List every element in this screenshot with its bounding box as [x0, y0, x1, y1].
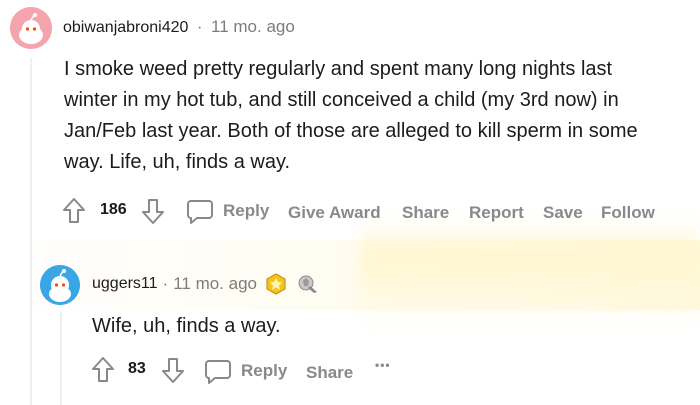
downvote-arrow-icon [162, 358, 184, 383]
snoo-avatar-icon [10, 7, 52, 49]
comment-body: Wife, uh, finds a way. [92, 315, 281, 337]
follow-button[interactable]: Follow [601, 203, 655, 223]
reply-label: Reply [223, 201, 270, 220]
snoo-avatar-icon [40, 265, 80, 305]
silver-award-icon[interactable] [296, 273, 320, 295]
comment-line: winter in my hot tub, and still conceive… [64, 89, 619, 111]
avatar[interactable] [10, 7, 52, 49]
save-button[interactable]: Save [543, 203, 583, 223]
share-button[interactable]: Share [306, 363, 353, 383]
downvote-button[interactable] [161, 356, 185, 389]
separator: · [196, 17, 203, 36]
vote-count: 186 [100, 201, 127, 218]
upvote-button[interactable] [91, 356, 115, 389]
username[interactable]: obiwanjabroni420 [63, 19, 188, 36]
report-button[interactable]: Report [469, 203, 524, 223]
upvote-arrow-icon [92, 357, 114, 382]
upvote-button[interactable] [62, 197, 86, 230]
reply-button[interactable]: Reply [204, 358, 287, 384]
give-award-button[interactable]: Give Award [288, 203, 381, 223]
comment-header: obiwanjabroni420 · 11 mo. ago [63, 17, 295, 37]
downvote-button[interactable] [141, 197, 165, 230]
separator: · [162, 274, 169, 293]
comment-body: I smoke weed pretty regularly and spent … [64, 54, 694, 178]
timestamp[interactable]: 11 mo. ago [211, 17, 295, 36]
downvote-arrow-icon [142, 199, 164, 224]
username[interactable]: uggers11 [92, 275, 158, 293]
reply-label: Reply [241, 361, 288, 380]
comment-line: way. Life, uh, finds a way. [64, 151, 291, 173]
more-options-button[interactable]: ••• [375, 358, 391, 372]
timestamp[interactable]: 11 mo. ago [173, 274, 257, 294]
upvote-arrow-icon [63, 198, 85, 223]
gold-award-icon[interactable] [265, 273, 287, 295]
speech-bubble-icon [187, 200, 213, 224]
comment-line: I smoke weed pretty regularly and spent … [64, 58, 613, 80]
thread-line-2[interactable] [60, 312, 62, 405]
thread-line-1[interactable] [30, 58, 32, 405]
vote-count: 83 [128, 360, 146, 377]
comment-line: Jan/Feb last year. Both of those are all… [64, 120, 638, 142]
speech-bubble-icon [205, 360, 231, 384]
reply-button[interactable]: Reply [186, 198, 269, 224]
share-button[interactable]: Share [402, 203, 449, 223]
comment-header: uggers11 · 11 mo. ago [92, 273, 320, 295]
avatar[interactable] [40, 265, 80, 305]
